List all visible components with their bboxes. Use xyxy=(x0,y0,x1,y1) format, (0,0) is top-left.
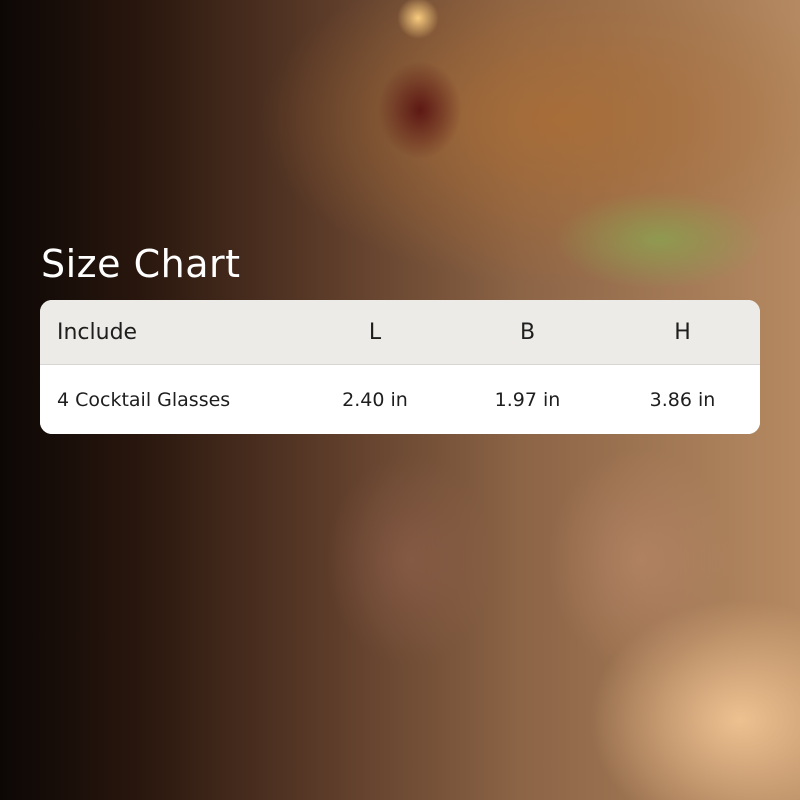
header-breadth: B xyxy=(519,319,536,345)
header-height: H xyxy=(674,319,691,345)
cell-include: 4 Cocktail Glasses xyxy=(57,388,231,411)
cell-breadth: 1.97 in xyxy=(494,388,561,411)
header-length: L xyxy=(368,319,382,345)
size-table: Include L B H 4 Cocktail Glasses 2.40 in… xyxy=(40,300,760,434)
table-row: 4 Cocktail Glasses 2.40 in 1.97 in 3.86 … xyxy=(40,365,760,434)
header-include: Include xyxy=(57,319,138,345)
cell-length: 2.40 in xyxy=(342,388,408,411)
page-title: Size Chart xyxy=(41,242,241,286)
cell-height: 3.86 in xyxy=(649,388,716,411)
table-header-row: Include L B H xyxy=(40,300,760,365)
